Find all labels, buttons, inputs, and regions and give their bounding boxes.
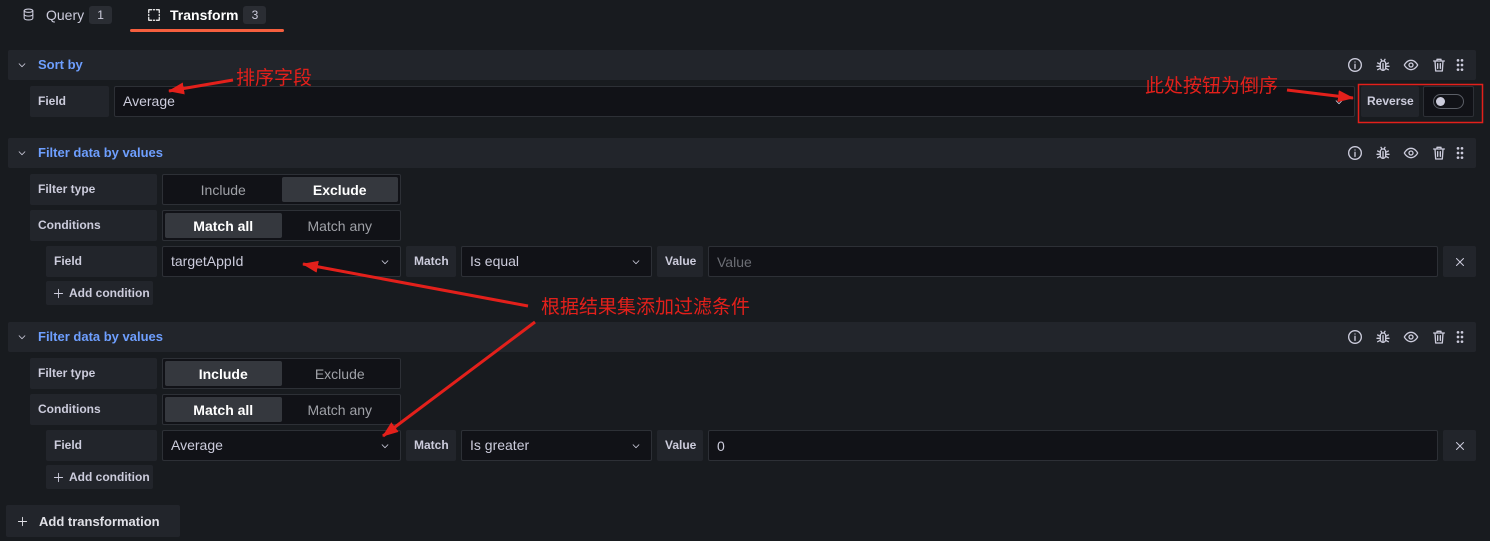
- add-transformation-button[interactable]: Add transformation: [6, 505, 180, 537]
- filter-2-type-include[interactable]: Include: [165, 361, 282, 386]
- add-transformation-label: Add transformation: [39, 513, 160, 529]
- reverse-label: Reverse: [1361, 86, 1419, 117]
- filter-2-value-label: Value: [657, 430, 703, 461]
- filter-2-type-radio: Include Exclude: [162, 358, 401, 389]
- filter-1-conditions-label: Conditions: [30, 210, 157, 241]
- transform-icon: [147, 8, 161, 22]
- sort-field-label: Field: [30, 86, 109, 117]
- filter-1-type-include[interactable]: Include: [165, 177, 282, 202]
- tab-transform-count: 3: [243, 5, 267, 24]
- tab-query-count: 1: [89, 5, 113, 24]
- filter-1-match-any[interactable]: Match any: [282, 213, 399, 238]
- filter-2-field-value: Average: [171, 437, 223, 453]
- reverse-switch[interactable]: [1433, 94, 1464, 109]
- filter-1-field-label: Field: [46, 246, 157, 277]
- chevron-down-icon: [380, 441, 390, 451]
- transformation-title-filter-1: Filter data by values: [38, 145, 163, 160]
- filter-2-conditions-label: Conditions: [30, 394, 157, 425]
- filter-1-conditions-radio: Match all Match any: [162, 210, 401, 241]
- database-icon: [22, 8, 35, 21]
- filter-2-match-all[interactable]: Match all: [165, 397, 282, 422]
- trash-icon[interactable]: [1431, 329, 1447, 345]
- info-icon[interactable]: [1347, 57, 1363, 73]
- filter-1-match-all[interactable]: Match all: [165, 213, 282, 238]
- transformation-header-filter-2[interactable]: Filter data by values: [8, 322, 1476, 352]
- reverse-switch-knob: [1436, 97, 1445, 106]
- trash-icon[interactable]: [1431, 145, 1447, 161]
- drag-handle-icon[interactable]: [1452, 329, 1468, 345]
- close-icon: [1454, 256, 1466, 268]
- transform-editor: { "tabs": [ {"label": "Query", "count": …: [0, 0, 1490, 541]
- bug-icon[interactable]: [1375, 329, 1391, 345]
- filter-2-remove-condition-button[interactable]: [1443, 430, 1476, 461]
- sort-field-value: Average: [123, 93, 175, 109]
- filter-1-match-label: Match: [406, 246, 456, 277]
- filter-2-conditions-radio: Match all Match any: [162, 394, 401, 425]
- tab-query[interactable]: Query 1: [16, 0, 122, 32]
- chevron-down-icon: [631, 257, 641, 267]
- filter-2-match-value: Is greater: [470, 437, 530, 453]
- filter-2-value-input[interactable]: [708, 430, 1438, 461]
- plus-icon: [53, 288, 64, 299]
- info-icon[interactable]: [1347, 329, 1363, 345]
- annotation-filter-note: 根据结果集添加过滤条件: [541, 296, 751, 318]
- drag-handle-icon[interactable]: [1452, 145, 1468, 161]
- filter-1-match-value: Is equal: [470, 253, 520, 269]
- filter-2-field-select[interactable]: Average: [162, 430, 401, 461]
- filter-1-value-label: Value: [657, 246, 703, 277]
- transformation-title-sort-by: Sort by: [38, 57, 83, 72]
- tab-query-label: Query: [46, 6, 85, 23]
- filter-2-match-any[interactable]: Match any: [282, 397, 399, 422]
- filter-1-match-select[interactable]: Is equal: [461, 246, 652, 277]
- transformation-title-filter-2: Filter data by values: [38, 329, 163, 344]
- chevron-down-icon[interactable]: [17, 60, 27, 70]
- editor-tabs: Query 1 Transform 3: [0, 0, 1490, 33]
- trash-icon[interactable]: [1431, 57, 1447, 73]
- drag-handle-icon[interactable]: [1452, 57, 1468, 73]
- eye-icon[interactable]: [1403, 57, 1419, 73]
- annotation-reverse-note: 此处按钮为倒序: [1145, 75, 1279, 97]
- filter-2-type-label: Filter type: [30, 358, 157, 389]
- filter-1-type-radio: Include Exclude: [162, 174, 401, 205]
- plus-icon: [17, 516, 28, 527]
- filter-2-match-label: Match: [406, 430, 456, 461]
- filter-1-remove-condition-button[interactable]: [1443, 246, 1476, 277]
- close-icon: [1454, 440, 1466, 452]
- filter-1-type-exclude[interactable]: Exclude: [281, 177, 398, 202]
- transformation-header-filter-1[interactable]: Filter data by values: [8, 138, 1476, 168]
- chevron-down-icon: [380, 257, 390, 267]
- add-condition-label: Add condition: [69, 470, 150, 484]
- filter-2-type-exclude[interactable]: Exclude: [282, 361, 399, 386]
- filter-1-field-value: targetAppId: [171, 253, 244, 269]
- bug-icon[interactable]: [1375, 57, 1391, 73]
- filter-1-add-condition-button[interactable]: Add condition: [46, 281, 153, 305]
- reverse-switch-container: [1423, 86, 1474, 117]
- tab-transform-label: Transform: [170, 6, 239, 23]
- filter-2-match-select[interactable]: Is greater: [461, 430, 652, 461]
- bug-icon[interactable]: [1375, 145, 1391, 161]
- filter-2-add-condition-button[interactable]: Add condition: [46, 465, 153, 489]
- chevron-down-icon: [1334, 97, 1344, 107]
- info-icon[interactable]: [1347, 145, 1363, 161]
- tab-transform[interactable]: Transform 3: [130, 0, 284, 32]
- filter-1-type-label: Filter type: [30, 174, 157, 205]
- filter-2-field-label: Field: [46, 430, 157, 461]
- chevron-down-icon[interactable]: [17, 332, 27, 342]
- filter-1-field-select[interactable]: targetAppId: [162, 246, 401, 277]
- annotation-sort-field-note: 排序字段: [236, 67, 313, 89]
- add-condition-label: Add condition: [69, 286, 150, 300]
- eye-icon[interactable]: [1403, 329, 1419, 345]
- filter-1-value-input[interactable]: [708, 246, 1438, 277]
- chevron-down-icon: [631, 441, 641, 451]
- plus-icon: [53, 472, 64, 483]
- eye-icon[interactable]: [1403, 145, 1419, 161]
- chevron-down-icon[interactable]: [17, 148, 27, 158]
